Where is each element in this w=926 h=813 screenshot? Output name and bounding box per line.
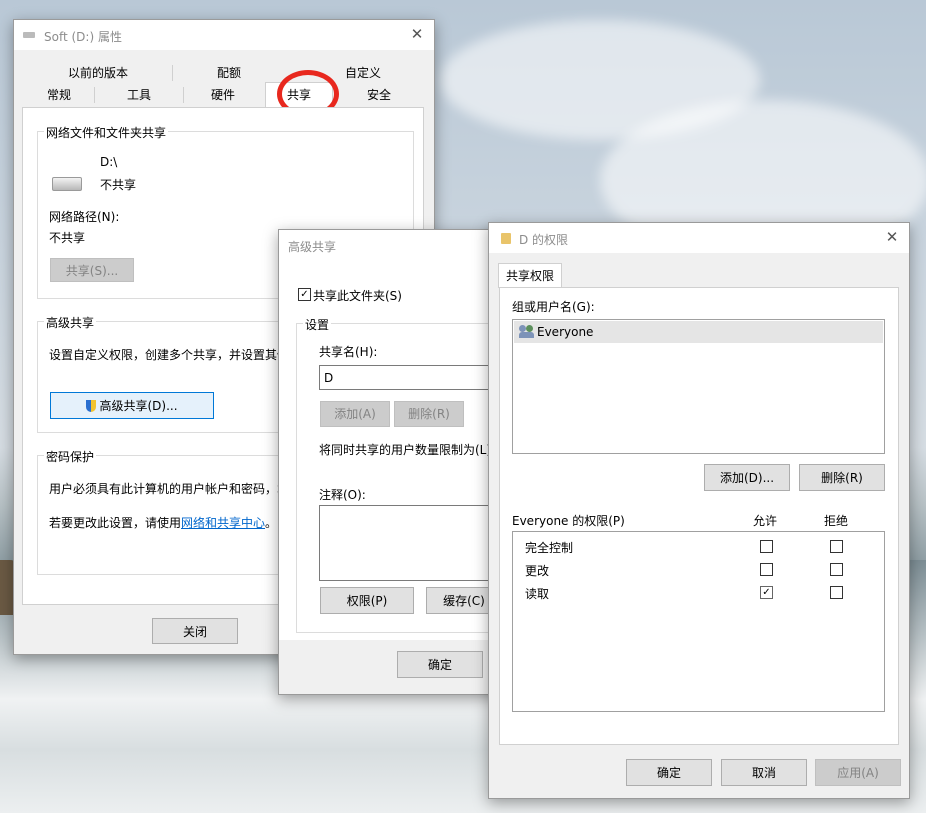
- deny-read-checkbox[interactable]: [830, 586, 843, 599]
- permission-name: 更改: [525, 564, 550, 578]
- advanced-sharing-button[interactable]: 高级共享(D)...: [50, 392, 214, 419]
- user-name: Everyone: [537, 325, 594, 339]
- group-label: 密码保护: [44, 448, 97, 465]
- advanced-sharing-label: 高级共享(D)...: [99, 399, 178, 413]
- share-folder-checkbox[interactable]: ✓: [298, 288, 311, 301]
- drive-share-status: 不共享: [100, 178, 137, 192]
- drive-icon: [23, 32, 35, 38]
- folder-icon: [501, 233, 511, 244]
- deny-full-control-checkbox[interactable]: [830, 540, 843, 553]
- close-icon[interactable]: ✕: [883, 228, 901, 246]
- network-path-label: 网络路径(N):: [49, 210, 120, 224]
- window-title: D 的权限: [519, 233, 569, 247]
- group-label: 设置: [303, 316, 332, 333]
- remove-share-button[interactable]: 删除(R): [394, 401, 464, 427]
- permissions-dialog: D 的权限 ✕ 共享权限 组或用户名(G): Everyone 添加(D)...…: [488, 222, 910, 799]
- remove-user-button[interactable]: 删除(R): [799, 464, 885, 491]
- share-name-input[interactable]: D: [319, 365, 501, 390]
- drive-path: D:\: [100, 155, 118, 169]
- list-item[interactable]: Everyone: [514, 321, 883, 343]
- network-path-value: 不共享: [49, 231, 86, 245]
- tab-quota[interactable]: 配额: [173, 63, 285, 83]
- add-share-button[interactable]: 添加(A): [320, 401, 390, 427]
- group-label: 高级共享: [44, 314, 97, 331]
- tab-tools[interactable]: 工具: [95, 85, 183, 105]
- user-limit-label: 将同时共享的用户数量限制为(L): [319, 443, 489, 457]
- window-title: Soft (D:) 属性: [44, 30, 122, 44]
- deny-header: 拒绝: [824, 514, 849, 528]
- users-listbox[interactable]: Everyone: [512, 319, 885, 454]
- allow-header: 允许: [753, 514, 778, 528]
- ok-button[interactable]: 确定: [626, 759, 712, 786]
- properties-titlebar: Soft (D:) 属性 ✕: [14, 20, 434, 50]
- window-title: 高级共享: [288, 240, 337, 254]
- allow-read-checkbox[interactable]: ✓: [760, 586, 773, 599]
- allow-full-control-checkbox[interactable]: [760, 540, 773, 553]
- password-change-text: 若要更改此设置，请使用网络和共享中心。: [49, 516, 278, 530]
- ok-button[interactable]: 确定: [397, 651, 483, 678]
- tab-hardware[interactable]: 硬件: [184, 85, 262, 105]
- password-description: 用户必须具有此计算机的用户帐户和密码，才: [49, 482, 290, 496]
- permission-name: 读取: [525, 587, 550, 601]
- close-icon[interactable]: ✕: [408, 25, 426, 43]
- share-folder-label: 共享此文件夹(S): [313, 289, 402, 303]
- tab-security[interactable]: 安全: [334, 85, 424, 105]
- advanced-sharing-titlebar: 高级共享: [279, 230, 501, 260]
- permissions-titlebar: D 的权限 ✕: [489, 223, 909, 253]
- uac-shield-icon: [86, 400, 97, 412]
- share-button[interactable]: 共享(S)...: [50, 258, 134, 282]
- tab-previous-versions[interactable]: 以前的版本: [24, 63, 172, 83]
- permissions-button[interactable]: 权限(P): [320, 587, 414, 614]
- close-button[interactable]: 关闭: [152, 618, 238, 644]
- group-label: 网络文件和文件夹共享: [44, 124, 169, 141]
- advanced-sharing-description: 设置自定义权限，创建多个共享，并设置其他: [49, 348, 290, 362]
- comment-label: 注释(O):: [319, 488, 366, 502]
- allow-change-checkbox[interactable]: [760, 563, 773, 576]
- comment-textarea[interactable]: [319, 505, 501, 581]
- users-group-icon: [519, 325, 534, 338]
- share-name-label: 共享名(H):: [319, 345, 378, 359]
- cancel-button[interactable]: 取消: [721, 759, 807, 786]
- network-sharing-center-link[interactable]: 网络和共享中心: [181, 516, 265, 530]
- permissions-list: [512, 531, 885, 712]
- add-user-button[interactable]: 添加(D)...: [704, 464, 790, 491]
- tab-share-permissions[interactable]: 共享权限: [498, 263, 562, 288]
- drive-icon: [52, 177, 82, 191]
- tab-general[interactable]: 常规: [24, 85, 94, 105]
- permissions-header: Everyone 的权限(P): [512, 514, 625, 528]
- deny-change-checkbox[interactable]: [830, 563, 843, 576]
- permission-name: 完全控制: [525, 541, 574, 555]
- apply-button[interactable]: 应用(A): [815, 759, 901, 786]
- group-user-label: 组或用户名(G):: [512, 300, 595, 314]
- advanced-sharing-dialog: 高级共享 ✓ 共享此文件夹(S) 设置 共享名(H): D 添加(A) 删除(R…: [278, 229, 517, 695]
